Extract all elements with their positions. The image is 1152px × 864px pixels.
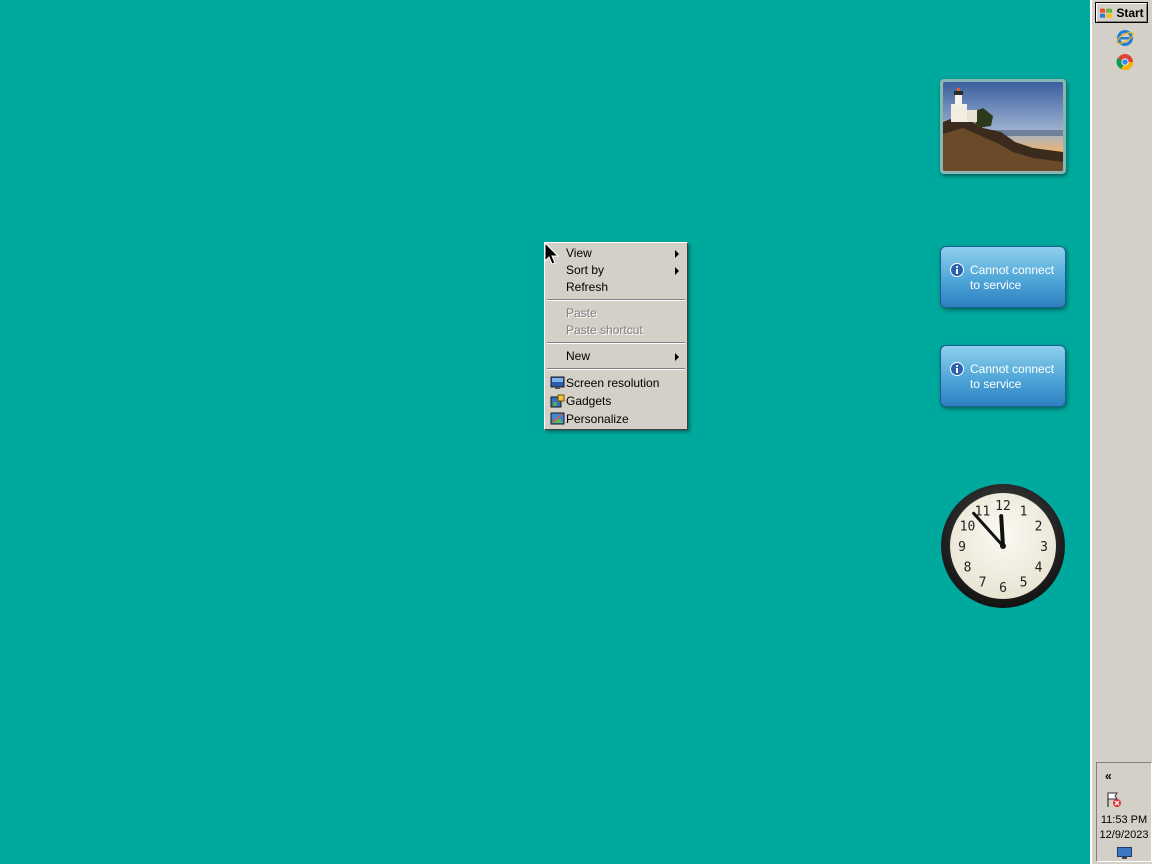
chrome-icon[interactable] — [1116, 53, 1134, 71]
menu-item-gadgets[interactable]: Gadgets — [547, 393, 685, 410]
weather-gadget[interactable]: Cannot connect to service — [940, 345, 1066, 407]
menu-item-sort-by[interactable]: Sort by — [547, 262, 685, 279]
weather-message: Cannot connect to service — [970, 263, 1055, 292]
clock-number: 6 — [999, 581, 1007, 596]
start-label: Start — [1116, 5, 1144, 20]
windows-logo-icon — [1100, 8, 1113, 18]
screen-resolution-icon — [550, 376, 565, 389]
clock-number: 1 — [1020, 505, 1028, 520]
submenu-arrow-icon — [675, 267, 679, 275]
desktop[interactable]: Cannot connect to service Cannot connect… — [0, 0, 1090, 864]
menu-item-personalize[interactable]: Personalize — [547, 411, 685, 428]
hour-hand — [999, 514, 1005, 548]
menu-item-label: Screen resolution — [566, 376, 660, 390]
weather-message: Cannot connect to service — [970, 362, 1055, 391]
menu-item-paste[interactable]: Paste — [547, 305, 685, 322]
gadgets-icon — [550, 394, 565, 408]
menu-item-view[interactable]: View — [547, 245, 685, 262]
tray-expand-button[interactable]: « — [1105, 769, 1112, 783]
clock-number: 8 — [964, 561, 972, 576]
desktop-context-menu: View Sort by Refresh Paste Paste shortcu… — [544, 242, 688, 430]
info-icon — [950, 263, 964, 277]
clock-number: 10 — [960, 520, 976, 535]
menu-item-label: View — [566, 246, 592, 260]
lighthouse-photo — [943, 82, 1063, 171]
menu-item-screen-resolution[interactable]: Screen resolution — [547, 375, 685, 392]
clock-face: 12 1234567891011 — [941, 484, 1065, 608]
clock-number: 12 — [995, 499, 1011, 514]
clock-number: 4 — [1035, 561, 1043, 576]
show-desktop-icon[interactable] — [1117, 847, 1132, 859]
menu-item-refresh[interactable]: Refresh — [547, 279, 685, 296]
personalize-icon — [550, 412, 565, 425]
clock-number: 7 — [979, 576, 987, 591]
system-tray: « 11:53 PM 12/9/2023 — [1096, 762, 1152, 862]
clock-number: 5 — [1020, 576, 1028, 591]
tray-date[interactable]: 12/9/2023 — [1097, 829, 1151, 841]
menu-separator — [547, 299, 685, 301]
internet-explorer-icon[interactable] — [1116, 29, 1134, 47]
menu-item-label: Gadgets — [566, 394, 612, 408]
clock-number: 9 — [958, 540, 966, 555]
menu-item-label: Paste — [566, 306, 597, 320]
menu-item-label: Sort by — [566, 263, 605, 277]
menu-separator — [547, 368, 685, 370]
menu-item-label: Paste shortcut — [566, 323, 643, 337]
weather-gadget[interactable]: Cannot connect to service — [940, 246, 1066, 308]
menu-item-paste-shortcut[interactable]: Paste shortcut — [547, 322, 685, 339]
action-center-flag-icon[interactable] — [1105, 791, 1123, 809]
menu-separator — [547, 342, 685, 344]
info-icon — [950, 362, 964, 376]
menu-item-label: Personalize — [566, 412, 629, 426]
mouse-cursor-icon — [544, 242, 560, 265]
submenu-arrow-icon — [675, 250, 679, 258]
start-button[interactable]: Start — [1095, 2, 1148, 23]
clock-number: 2 — [1035, 520, 1043, 535]
clock-gadget[interactable]: 12 1 2 3 4 5 6 7 8 9 10 11 — [940, 483, 1066, 609]
clock-number: 3 — [1040, 540, 1048, 555]
menu-item-label: Refresh — [566, 280, 609, 294]
taskbar: Start « 11:53 PM 12/9/2023 — [1090, 0, 1152, 864]
submenu-arrow-icon — [675, 353, 679, 361]
menu-item-new[interactable]: New — [547, 348, 685, 365]
slideshow-gadget[interactable] — [940, 79, 1066, 174]
tray-time[interactable]: 11:53 PM — [1097, 814, 1151, 826]
menu-item-label: New — [566, 349, 591, 363]
